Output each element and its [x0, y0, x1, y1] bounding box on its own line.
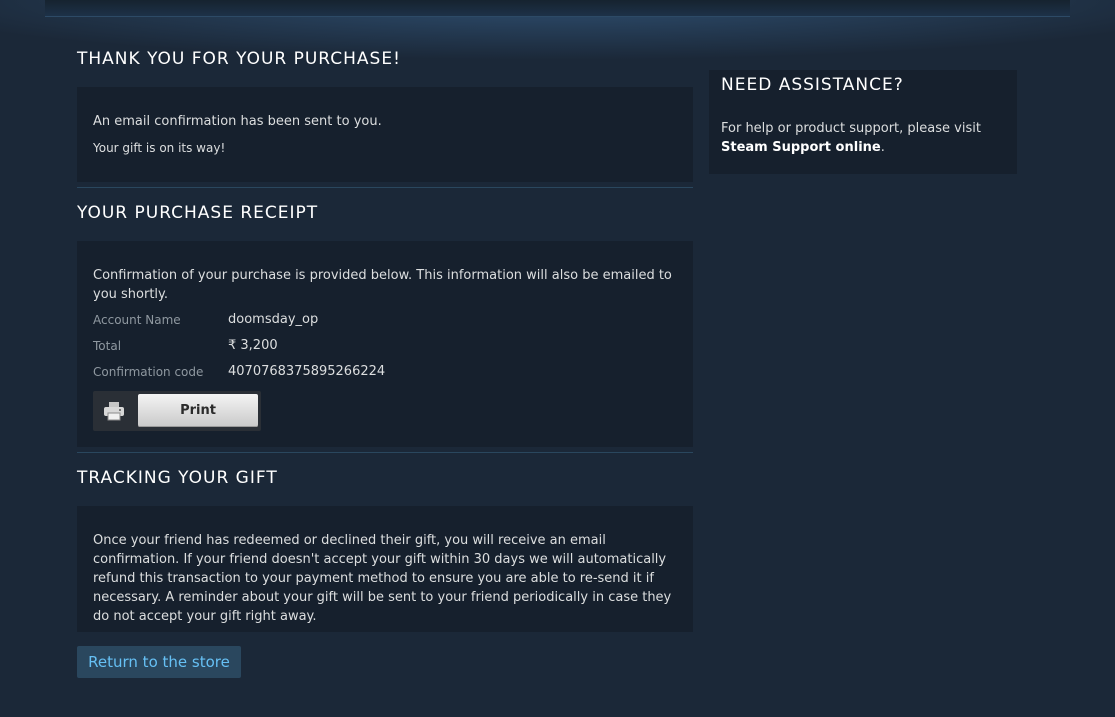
assistance-panel: NEED ASSISTANCE? For help or product sup…	[709, 70, 1017, 174]
assistance-text-before: For help or product support, please visi…	[721, 121, 981, 136]
receipt-heading: YOUR PURCHASE RECEIPT	[77, 203, 319, 223]
top-bar	[45, 0, 1070, 17]
section-divider	[77, 187, 693, 188]
assistance-text: For help or product support, please visi…	[721, 119, 1011, 157]
confirmation-panel: An email confirmation has been sent to y…	[77, 87, 693, 182]
receipt-value: 4070768375895266224	[228, 364, 386, 379]
receipt-label: Account Name	[93, 313, 181, 327]
receipt-value: ₹ 3,200	[228, 338, 278, 353]
receipt-value: doomsday_op	[228, 312, 319, 327]
printer-icon	[93, 391, 135, 431]
receipt-label: Confirmation code	[93, 365, 204, 379]
gift-status-text: Your gift is on its way!	[93, 141, 226, 155]
receipt-label: Total	[93, 339, 122, 353]
tracking-heading: TRACKING YOUR GIFT	[77, 468, 278, 488]
receipt-panel: Confirmation of your purchase is provide…	[77, 241, 693, 447]
email-confirmation-text: An email confirmation has been sent to y…	[93, 114, 382, 129]
section-divider	[77, 452, 693, 453]
assistance-heading: NEED ASSISTANCE?	[721, 75, 904, 95]
print-button[interactable]: Print	[93, 391, 261, 431]
print-label: Print	[138, 394, 258, 427]
return-to-store-button[interactable]: Return to the store	[77, 646, 241, 678]
steam-support-link[interactable]: Steam Support online	[721, 140, 881, 155]
assistance-text-after: .	[880, 140, 885, 155]
tracking-panel: Once your friend has redeemed or decline…	[77, 506, 693, 632]
receipt-intro: Confirmation of your purchase is provide…	[93, 268, 672, 302]
thank-you-heading: THANK YOU FOR YOUR PURCHASE!	[77, 49, 401, 69]
tracking-text: Once your friend has redeemed or decline…	[93, 533, 672, 624]
